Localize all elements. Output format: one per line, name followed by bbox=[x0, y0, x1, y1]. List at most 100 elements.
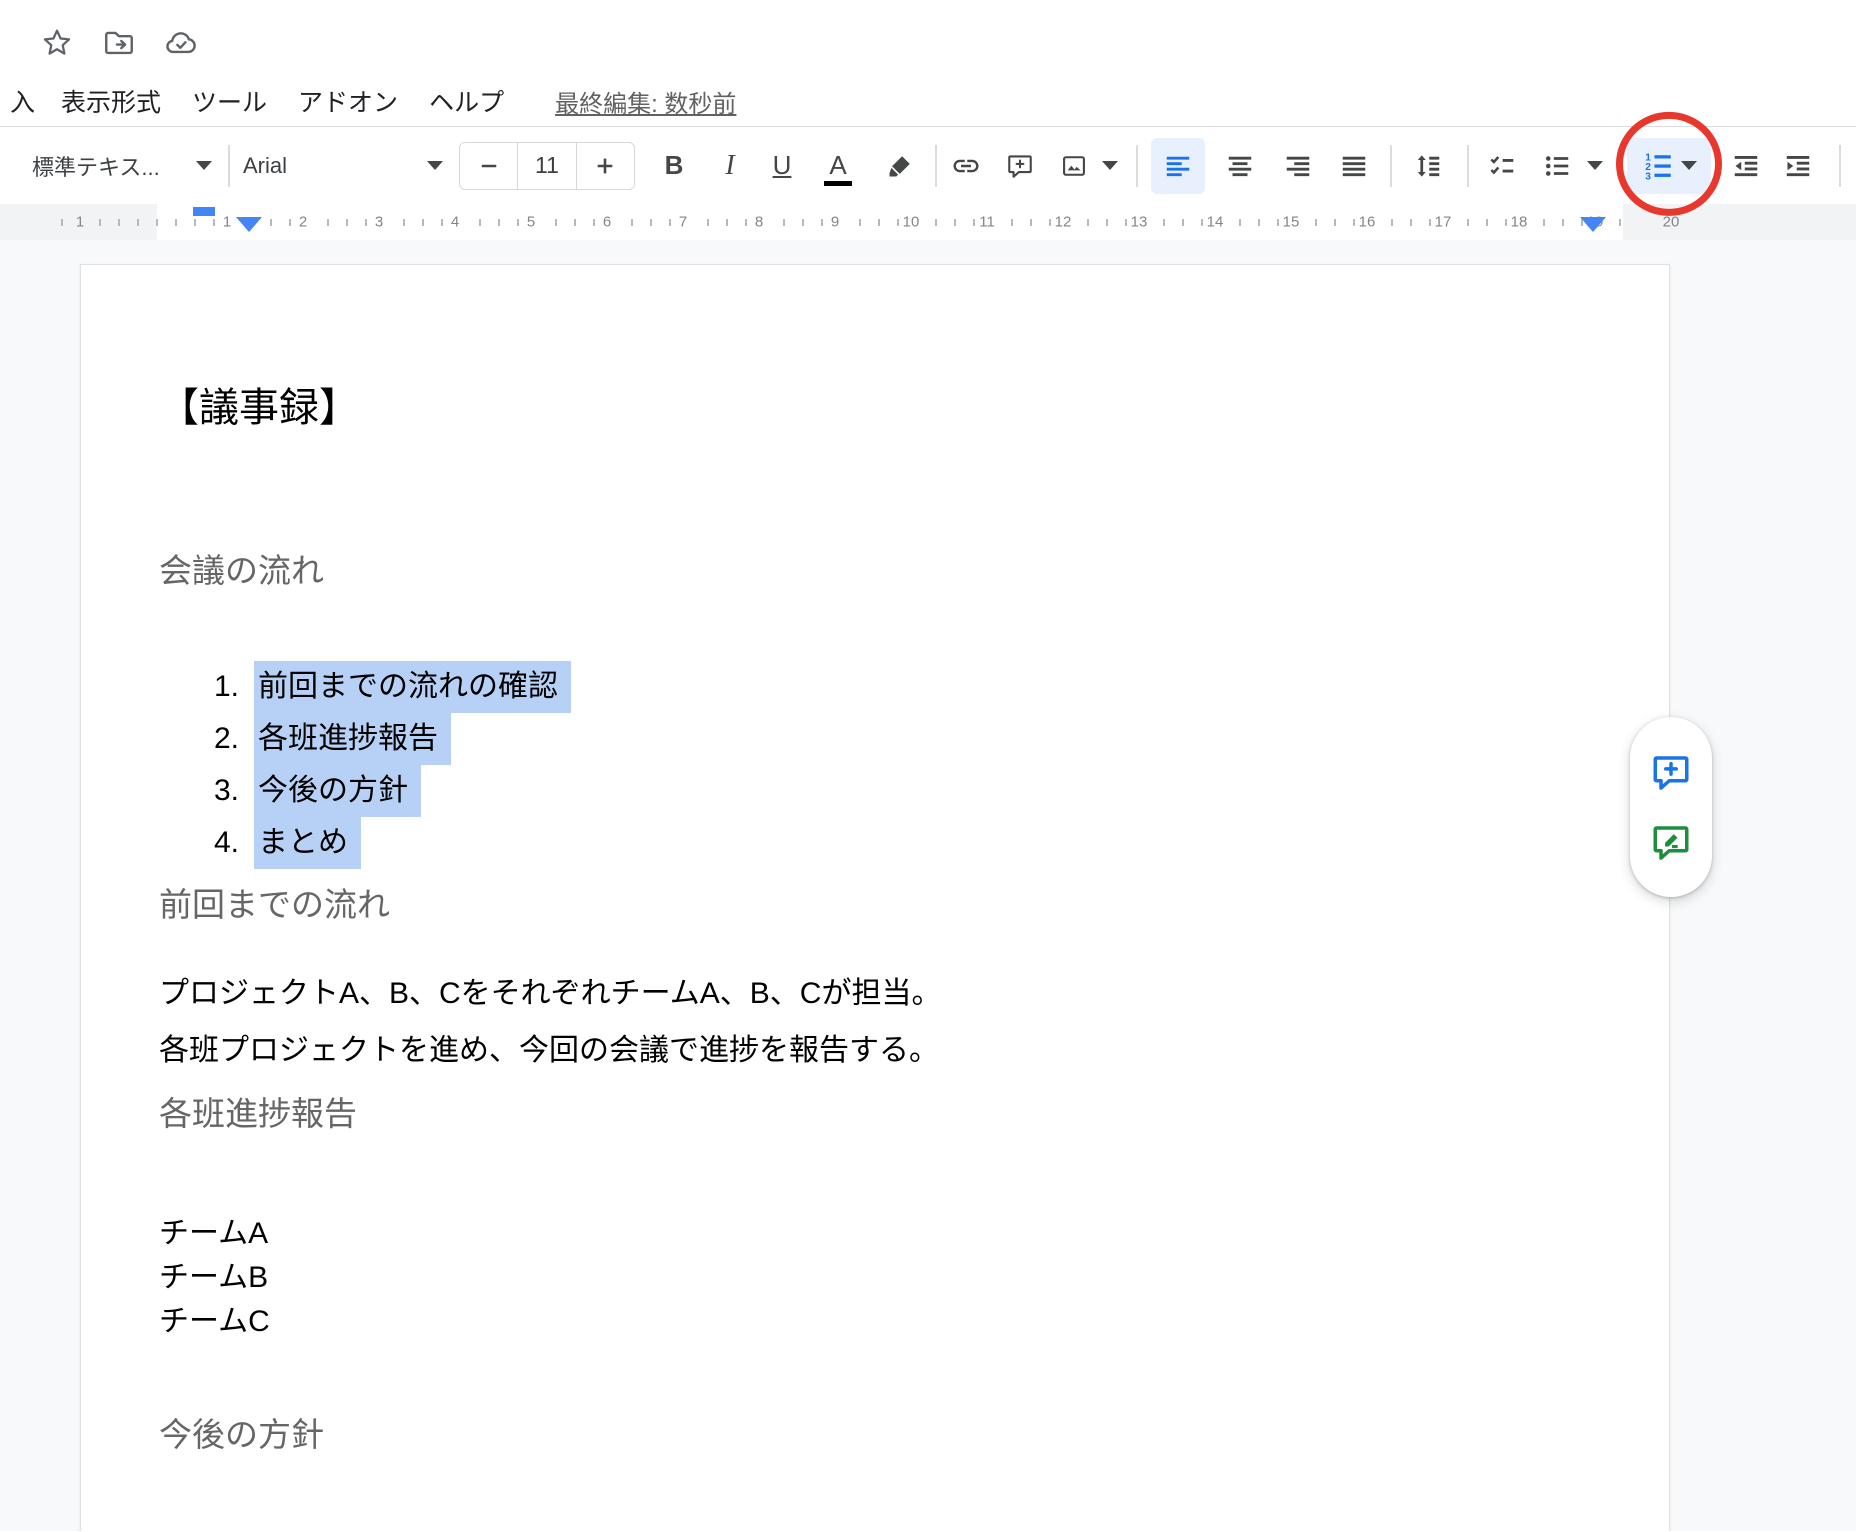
team-line[interactable]: チームC bbox=[159, 1300, 270, 1344]
selected-list-text[interactable]: まとめ bbox=[254, 817, 361, 869]
bulleted-list-dropdown[interactable] bbox=[1582, 138, 1608, 194]
ruler-tick bbox=[175, 219, 177, 226]
ruler-tick bbox=[650, 219, 652, 226]
cloud-saved-icon[interactable] bbox=[164, 26, 198, 60]
heading-progress-report[interactable]: 各班進捗報告 bbox=[159, 1092, 357, 1136]
ruler-tick bbox=[270, 219, 272, 226]
highlight-color-button[interactable] bbox=[877, 138, 923, 194]
ruler-tick bbox=[555, 219, 557, 226]
bulleted-list-icon bbox=[1542, 151, 1572, 181]
italic-button[interactable]: I bbox=[707, 138, 753, 194]
ruler-tick bbox=[1163, 219, 1165, 226]
move-folder-icon[interactable] bbox=[102, 26, 136, 60]
doc-title[interactable]: 【議事録】 bbox=[159, 381, 359, 435]
page[interactable]: 【議事録】 会議の流れ 1. 前回までの流れの確認 2. 各班進捗報告 3. 今… bbox=[80, 264, 1670, 1531]
font-dropdown[interactable]: Arial bbox=[243, 138, 443, 194]
ruler-tick bbox=[593, 219, 595, 226]
selected-list-text[interactable]: 各班進捗報告 bbox=[254, 713, 451, 765]
ruler-number: 13 bbox=[1131, 214, 1148, 231]
ruler-tick bbox=[498, 219, 500, 226]
chevron-down-icon bbox=[196, 161, 212, 170]
ruler-number: 20 bbox=[1663, 214, 1680, 231]
text-color-button[interactable]: A bbox=[815, 138, 861, 194]
paragraph-line[interactable]: 各班プロジェクトを進め、今回の会議で進捗を報告する。 bbox=[159, 1022, 941, 1079]
menu-addons[interactable]: アドオン bbox=[298, 83, 398, 119]
ruler-tick bbox=[631, 219, 633, 226]
insert-image-button[interactable] bbox=[1051, 138, 1097, 194]
paragraph-style-dropdown[interactable]: 標準テキス... bbox=[32, 138, 212, 194]
last-edit-link[interactable]: 最終編集: 数秒前 bbox=[555, 84, 736, 119]
ruler-number: 15 bbox=[1283, 214, 1300, 231]
menu-format[interactable]: 表示形式 bbox=[61, 83, 161, 119]
menu-insert-partial[interactable]: 入 bbox=[10, 83, 35, 119]
right-indent-marker[interactable] bbox=[1580, 217, 1606, 232]
text-color-letter: A bbox=[829, 152, 846, 178]
selected-list-text[interactable]: 前回までの流れの確認 bbox=[254, 661, 571, 713]
ruler-tick bbox=[1315, 219, 1317, 226]
ruler-tick bbox=[99, 219, 101, 226]
ruler-tick bbox=[422, 219, 424, 226]
left-indent-marker[interactable] bbox=[236, 217, 262, 232]
ruler-tick bbox=[327, 219, 329, 226]
ruler-tick bbox=[213, 219, 215, 226]
list-item[interactable]: 1. 前回までの流れの確認 bbox=[81, 661, 1669, 713]
ruler-number: 11 bbox=[979, 214, 995, 231]
insert-image-dropdown[interactable] bbox=[1097, 138, 1123, 194]
font-size-value[interactable]: 11 bbox=[517, 143, 576, 189]
ruler-tick bbox=[707, 219, 709, 226]
heading-meeting-flow[interactable]: 会議の流れ bbox=[159, 549, 324, 593]
justify-button[interactable] bbox=[1327, 138, 1381, 194]
heading-future-policy[interactable]: 今後の方針 bbox=[159, 1413, 324, 1457]
ruler-tick bbox=[346, 219, 348, 226]
team-list[interactable]: チームA チームB チームC bbox=[159, 1212, 270, 1344]
paragraph-previous-flow[interactable]: プロジェクトA、B、CをそれぞれチームA、B、Cが担当。 各班プロジェクトを進め… bbox=[159, 965, 941, 1079]
increase-font-size-button[interactable] bbox=[577, 143, 634, 189]
ruler-tick bbox=[403, 219, 405, 226]
justify-icon bbox=[1339, 151, 1369, 181]
ruler-tick bbox=[1619, 219, 1621, 226]
add-comment-floating-button[interactable] bbox=[1649, 750, 1693, 794]
ruler-number: 6 bbox=[603, 214, 611, 231]
team-line[interactable]: チームA bbox=[159, 1212, 270, 1256]
toolbar-divider bbox=[1136, 145, 1138, 187]
checklist-button[interactable] bbox=[1477, 138, 1527, 194]
floating-action-pill bbox=[1630, 717, 1712, 897]
ruler-number: 7 bbox=[679, 214, 687, 231]
align-right-button[interactable] bbox=[1271, 138, 1325, 194]
insert-link-button[interactable] bbox=[943, 138, 989, 194]
list-item[interactable]: 3. 今後の方針 bbox=[81, 765, 1669, 817]
ruler-tick bbox=[1049, 219, 1051, 226]
line-spacing-button[interactable] bbox=[1401, 138, 1455, 194]
decrease-font-size-button[interactable] bbox=[460, 143, 517, 189]
chevron-down-icon bbox=[1681, 161, 1697, 170]
font-size-group: 11 bbox=[459, 142, 635, 190]
star-icon[interactable] bbox=[40, 26, 74, 60]
list-number: 1. bbox=[81, 670, 239, 704]
list-item[interactable]: 4. まとめ bbox=[81, 817, 1669, 869]
align-center-button[interactable] bbox=[1213, 138, 1267, 194]
menu-help[interactable]: ヘルプ bbox=[429, 83, 504, 119]
numbered-list-button-active[interactable]: 1 2 3 bbox=[1627, 138, 1711, 194]
paragraph-line[interactable]: プロジェクトA、B、CをそれぞれチームA、B、Cが担当。 bbox=[159, 965, 941, 1022]
ruler-tick bbox=[118, 219, 120, 226]
heading-previous-flow[interactable]: 前回までの流れ bbox=[159, 883, 390, 927]
ruler-tick bbox=[821, 219, 823, 226]
team-line[interactable]: チームB bbox=[159, 1256, 270, 1300]
list-item[interactable]: 2. 各班進捗報告 bbox=[81, 713, 1669, 765]
chevron-down-icon bbox=[1587, 161, 1603, 170]
add-comment-button[interactable] bbox=[997, 138, 1043, 194]
bulleted-list-button[interactable] bbox=[1532, 138, 1582, 194]
suggest-edits-button[interactable] bbox=[1649, 820, 1693, 864]
decrease-indent-button[interactable] bbox=[1721, 138, 1771, 194]
bold-button[interactable]: B bbox=[651, 138, 697, 194]
ruler-tick bbox=[897, 219, 899, 226]
ruler-tick bbox=[954, 219, 956, 226]
ruler-tick bbox=[1505, 219, 1507, 226]
toolbar-divider bbox=[228, 145, 230, 187]
first-line-indent-marker[interactable] bbox=[193, 207, 215, 216]
underline-button[interactable]: U bbox=[759, 138, 805, 194]
align-left-button[interactable] bbox=[1151, 138, 1205, 194]
increase-indent-button[interactable] bbox=[1773, 138, 1823, 194]
selected-list-text[interactable]: 今後の方針 bbox=[254, 765, 421, 817]
menu-tools[interactable]: ツール bbox=[192, 83, 267, 119]
